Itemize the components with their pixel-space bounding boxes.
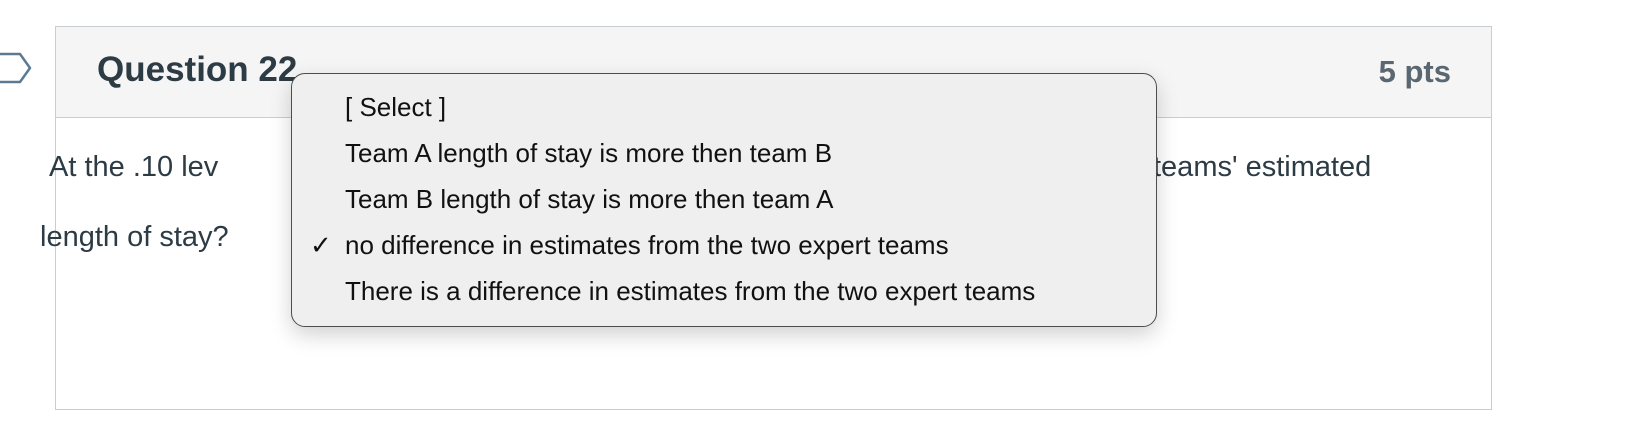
question-text-line1-end: teams' estimated xyxy=(1153,151,1372,183)
answer-dropdown-menu[interactable]: [ Select ] Team A length of stay is more… xyxy=(291,73,1157,327)
dropdown-option-there-is-difference[interactable]: There is a difference in estimates from … xyxy=(292,270,1156,316)
dropdown-option-team-b-more[interactable]: Team B length of stay is more then team … xyxy=(292,178,1156,224)
dropdown-option-no-difference[interactable]: ✓ no difference in estimates from the tw… xyxy=(292,224,1156,270)
option-label: no difference in estimates from the two … xyxy=(345,230,949,260)
option-label: Team B length of stay is more then team … xyxy=(345,184,834,214)
bookmark-icon[interactable] xyxy=(0,52,36,84)
option-label: There is a difference in estimates from … xyxy=(345,276,1036,306)
check-icon: ✓ xyxy=(310,230,332,260)
question-text-line1-start: At the .10 lev xyxy=(49,151,219,183)
dropdown-option-team-a-more[interactable]: Team A length of stay is more then team … xyxy=(292,132,1156,178)
question-text-line2: length of stay? xyxy=(40,221,229,253)
question-points: 5 pts xyxy=(1378,54,1451,89)
dropdown-option-select[interactable]: [ Select ] xyxy=(292,86,1156,132)
option-label: Team A length of stay is more then team … xyxy=(345,138,833,168)
page: Question 22 5 pts At the .10 lev teams' … xyxy=(0,0,1644,442)
option-label: [ Select ] xyxy=(345,92,447,122)
question-title: Question 22 xyxy=(97,50,298,89)
